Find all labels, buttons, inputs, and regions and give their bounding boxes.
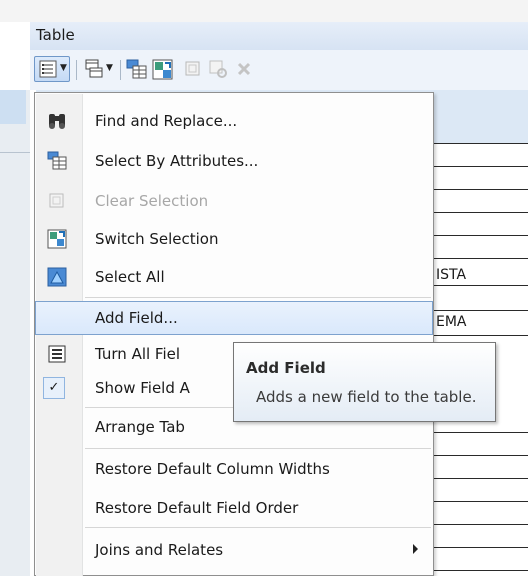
add-field-tooltip: Add Field Adds a new field to the table. — [233, 342, 496, 422]
menu-item-select-all[interactable]: Select All — [35, 260, 433, 294]
menu-item-label: Restore Default Column Widths — [95, 460, 330, 478]
switch-selection-icon — [47, 229, 67, 249]
table-row-line — [430, 258, 528, 259]
menu-item-restore-field-order[interactable]: Restore Default Field Order — [35, 491, 433, 525]
left-panel-divider — [0, 152, 30, 153]
menu-separator — [85, 527, 431, 528]
window-title: Table — [36, 26, 75, 44]
menu-item-restore-column-widths[interactable]: Restore Default Column Widths — [35, 452, 433, 486]
menu-item-select-by-attributes[interactable]: Select By Attributes... — [35, 144, 433, 178]
window-top-strip — [0, 0, 528, 22]
field-list-icon — [48, 345, 66, 363]
table-row-line — [430, 166, 528, 167]
menu-item-label: Select By Attributes... — [95, 152, 259, 170]
menu-separator — [85, 297, 431, 298]
left-panel-edge — [0, 90, 30, 576]
delete-selected-icon[interactable] — [236, 61, 252, 77]
clear-selection-icon[interactable] — [184, 60, 202, 78]
menu-item-clear-selection: Clear Selection — [35, 184, 433, 218]
menu-item-label: Select All — [95, 268, 165, 286]
table-row-line — [430, 189, 528, 190]
table-row-line — [430, 432, 528, 433]
submenu-arrow-icon — [413, 544, 418, 554]
menu-item-label: Clear Selection — [95, 192, 209, 210]
zoom-to-selected-icon[interactable] — [208, 59, 230, 81]
tooltip-description: Adds a new field to the table. — [256, 388, 477, 406]
table-row-line — [430, 310, 528, 311]
table-options-icon — [39, 60, 57, 78]
select-by-attributes-icon — [47, 151, 67, 170]
menu-item-label: Restore Default Field Order — [95, 499, 299, 517]
table-row-line — [430, 478, 528, 479]
table-row-line — [430, 335, 528, 336]
clear-selection-icon — [49, 193, 64, 208]
table-row-line — [430, 285, 528, 286]
menu-item-label: Add Field... — [95, 309, 178, 327]
table-row-line — [430, 212, 528, 213]
menu-item-label: Turn All Fiel — [95, 345, 181, 363]
tooltip-title: Add Field — [246, 359, 326, 377]
chevron-down-icon: ▼ — [60, 63, 67, 73]
menu-item-add-field[interactable]: Add Field... — [35, 301, 433, 335]
menu-separator — [85, 448, 431, 449]
table-row-line — [430, 570, 528, 571]
menu-item-label: Find and Replace... — [95, 112, 238, 130]
menu-item-find-and-replace[interactable]: Find and Replace... — [35, 104, 433, 138]
table-row-line — [430, 547, 528, 548]
toolbar-separator — [120, 60, 121, 80]
table-row-line — [430, 524, 528, 525]
menu-item-switch-selection[interactable]: Switch Selection — [35, 222, 433, 256]
switch-selection-icon[interactable] — [152, 59, 174, 81]
table-options-button[interactable]: ▼ — [34, 56, 70, 82]
menu-item-label: Show Field A — [95, 379, 190, 397]
select-by-attributes-icon[interactable] — [126, 59, 148, 81]
table-cell[interactable]: ISTA — [436, 267, 466, 283]
table-cell[interactable]: EMA — [436, 314, 467, 330]
table-row-line — [430, 455, 528, 456]
table-options-menu: Find and Replace... Select By Attributes… — [34, 92, 434, 576]
table-row-line — [430, 501, 528, 502]
related-tables-button[interactable]: ▼ — [82, 56, 116, 82]
table-window-title-bar: Table — [30, 22, 528, 51]
check-icon: ✓ — [43, 377, 65, 399]
table-toolbar: ▼ ▼ — [30, 50, 528, 90]
chevron-down-icon: ▼ — [106, 63, 113, 73]
menu-item-label: Arrange Tab — [95, 418, 185, 436]
left-panel-tab — [0, 90, 26, 124]
table-row-line — [430, 235, 528, 236]
related-tables-icon — [85, 59, 103, 78]
menu-item-label: Switch Selection — [95, 230, 219, 248]
select-all-icon — [47, 267, 67, 287]
menu-item-joins-and-relates[interactable]: Joins and Relates — [35, 533, 433, 567]
binoculars-icon — [49, 114, 65, 129]
toolbar-separator — [76, 60, 77, 80]
menu-item-label: Joins and Relates — [95, 541, 224, 559]
table-row-line — [430, 143, 528, 144]
